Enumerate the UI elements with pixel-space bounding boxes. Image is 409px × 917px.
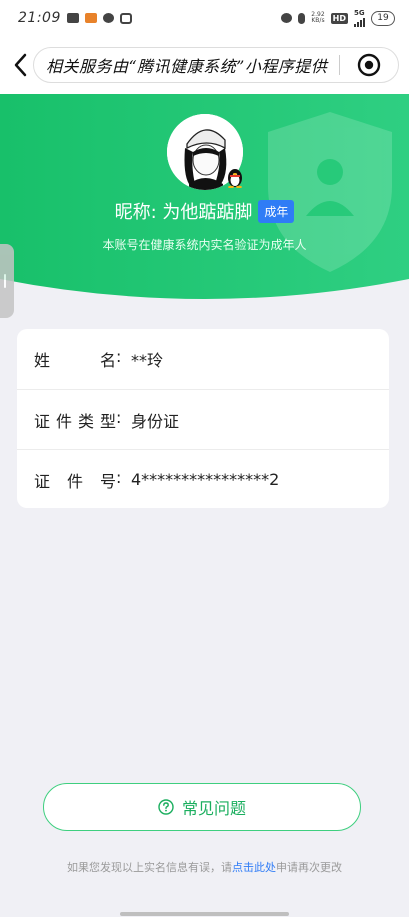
name-label: 姓 名 : [34, 347, 131, 371]
nav-bar: 相关服务由“腾讯健康系统”小程序提供 [0, 36, 409, 94]
alarm-icon [281, 13, 293, 23]
name-value: **玲 [131, 351, 164, 370]
notice-capsule: 相关服务由“腾讯健康系统”小程序提供 [33, 47, 399, 83]
mic-icon [298, 12, 306, 24]
id-number-value: 4****************2 [131, 470, 280, 489]
info-row-name: 姓 名 : **玲 [17, 329, 389, 389]
home-indicator[interactable] [120, 912, 289, 916]
screenshot-icon [119, 12, 132, 24]
chat-icon [102, 13, 114, 23]
app-notification-icon [84, 13, 97, 23]
side-drawer-handle[interactable] [0, 244, 14, 318]
chevron-left-icon [14, 53, 27, 77]
id-type-label-char: 类 [77, 411, 94, 431]
name-label-char: 姓 [34, 351, 51, 370]
back-button[interactable] [10, 50, 32, 80]
nickname: 昵称: 为他踮踮脚 [114, 202, 253, 223]
id-number-label-char: 件 [66, 471, 83, 491]
faq-button[interactable]: 常见问题 [43, 783, 361, 831]
battery-icon: 19 [371, 10, 395, 26]
info-row-id-type: 证 件 类 型 : 身份证 [17, 389, 389, 449]
id-type-label-char: 型 [99, 411, 116, 431]
status-time: 21:09 [18, 10, 61, 26]
service-notice: 相关服务由“腾讯健康系统”小程序提供 [46, 57, 328, 76]
footer-suffix: 申请再次更改 [276, 861, 342, 874]
id-type-value: 身份证 [131, 411, 180, 431]
id-number-label-char: 号 [99, 471, 116, 491]
footer-note: 如果您发现以上实名信息有误，请点击此处申请再次更改 [0, 859, 409, 875]
identity-info-card: 姓 名 : **玲 证 件 类 型 : 身份证 证 件 号 : 4*******… [17, 329, 389, 508]
network-label: 5G [354, 8, 365, 17]
label-colon: : [116, 407, 122, 427]
video-icon [66, 13, 79, 23]
id-number-label: 证 件 号 : [34, 468, 131, 492]
hd-badge: HD [330, 12, 348, 24]
question-circle-icon [158, 799, 174, 815]
close-miniprogram-button[interactable] [340, 47, 398, 83]
id-number-label-char: 证 [34, 471, 51, 491]
modify-link[interactable]: 点击此处 [232, 861, 276, 874]
label-colon: : [116, 467, 122, 487]
net-speed: 2.92 KB/s [311, 12, 324, 24]
info-row-id-number: 证 件 号 : 4****************2 [17, 449, 389, 509]
id-type-label-char: 证 [34, 411, 51, 431]
signal-icon: 5G [354, 8, 365, 27]
name-label-char: 名 [99, 351, 116, 370]
qq-penguin-icon [228, 169, 242, 188]
footer-prefix: 如果您发现以上实名信息有误，请 [67, 861, 232, 874]
adult-badge: 成年 [258, 199, 295, 223]
id-type-label-char: 件 [55, 411, 72, 431]
nickname-row: 昵称: 为他踮踮脚 成年 [0, 198, 409, 224]
net-speed-unit: KB/s [311, 17, 325, 24]
label-colon: : [116, 347, 122, 366]
verification-note: 本账号在健康系统内实名验证为成年人 [102, 238, 307, 252]
profile-header: 昵称: 为他踮踮脚 成年 本账号在健康系统内实名验证为成年人 [0, 94, 409, 306]
status-bar: 21:09 2.92 KB/s HD 5G 19 [0, 0, 409, 36]
faq-label: 常见问题 [181, 799, 246, 818]
id-type-label: 证 件 类 型 : [34, 408, 131, 432]
target-icon [357, 53, 381, 77]
